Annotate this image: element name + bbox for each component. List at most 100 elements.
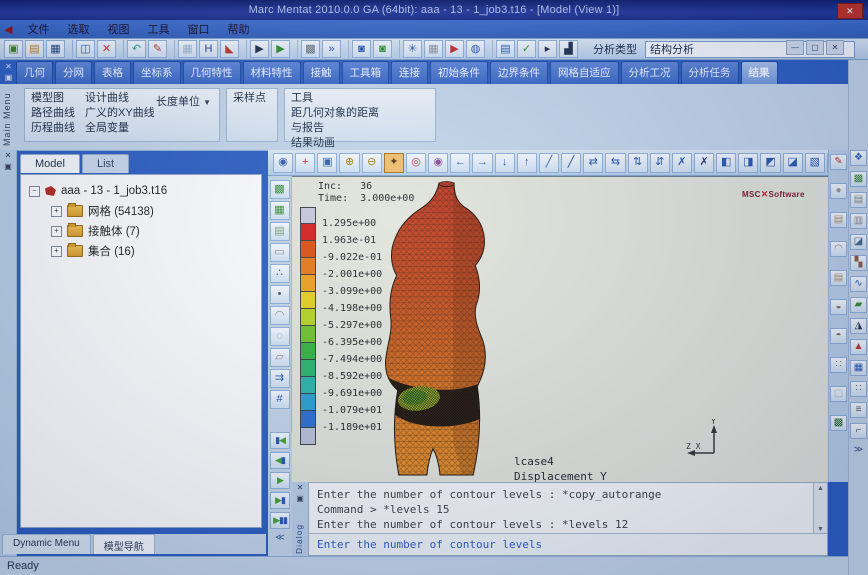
ribbon-item-模型图[interactable]: 模型图 [31, 91, 75, 106]
zoom-in-icon[interactable]: ⊕ [339, 153, 359, 173]
remesh-icon[interactable]: ◣ [220, 40, 239, 58]
tab-分析工况[interactable]: 分析工况 [621, 61, 679, 84]
list-tool-icon[interactable]: ≡ [850, 402, 867, 418]
tab-边界条件[interactable]: 边界条件 [490, 61, 548, 84]
pin-icon[interactable]: ▣ [0, 161, 16, 172]
select-arrow-icon[interactable]: ▶ [250, 40, 269, 58]
views-tool-icon[interactable]: ❖ [850, 150, 867, 166]
close-button[interactable]: ✕ [837, 3, 863, 19]
ribbon-item-结果动画[interactable]: 结果动画 [291, 136, 335, 151]
check-icon[interactable]: ✓ [517, 40, 536, 58]
rotate-cw-icon[interactable]: ╱ [539, 153, 559, 173]
rewind-button[interactable]: ▮◀ [270, 432, 290, 449]
shade-mode-icon[interactable]: ▩ [301, 40, 320, 58]
ribbon-item-采样点[interactable]: 采样点 [233, 91, 266, 106]
bottom-tab-1[interactable]: 模型导航 [93, 534, 155, 554]
plot-points-icon[interactable]: • [270, 285, 290, 304]
rotate-y-pos-icon[interactable]: ⇅ [628, 153, 648, 173]
mdi-close-button[interactable]: ✕ [826, 40, 844, 55]
tab-分析任务[interactable]: 分析任务 [681, 61, 739, 84]
tab-几何[interactable]: 几何 [16, 61, 53, 84]
tree-item-接触体[interactable]: +接触体 (7) [21, 221, 261, 241]
pan-right-icon[interactable]: → [472, 153, 492, 173]
histogram-icon[interactable]: ▟ [559, 40, 578, 58]
play-button[interactable]: ▶ [270, 472, 290, 489]
tab-表格[interactable]: 表格 [94, 61, 131, 84]
tree-root-row[interactable]: − aaa - 13 - 1_job3.t16 [21, 181, 261, 201]
mdi-minimize-button[interactable]: — [786, 40, 804, 55]
menu-item-工具[interactable]: 工具 [138, 20, 178, 38]
ribbon-item-工具[interactable]: 工具 [291, 91, 379, 106]
clip-tool-icon[interactable]: ▥ [850, 213, 867, 229]
plot-surfaces-icon[interactable]: ◌ [270, 327, 290, 346]
arc-tool-icon[interactable]: ◠ [830, 241, 847, 257]
calculator-icon[interactable]: ▦ [424, 40, 443, 58]
dynamic-rotate-icon[interactable]: ◉ [428, 153, 448, 173]
console-scrollbar[interactable]: ▲ ▼ [813, 483, 827, 535]
menu-item-视图[interactable]: 视图 [98, 20, 138, 38]
scatter2-tool-icon[interactable]: ∷ [850, 381, 867, 397]
section-tool-icon[interactable]: ▤ [850, 192, 867, 208]
scroll-up-icon[interactable]: ▲ [817, 485, 824, 492]
corner-tool-icon[interactable]: ⌐ [850, 423, 867, 439]
preferences-icon[interactable]: ✳ [403, 40, 422, 58]
scatter-tool-icon[interactable]: ∷ [830, 357, 847, 373]
rotate-x-neg-icon[interactable]: ⇆ [605, 153, 625, 173]
save-icon[interactable]: ▦ [46, 40, 65, 58]
view-iso2-icon[interactable]: ◨ [738, 153, 758, 173]
pot2-tool-icon[interactable]: ◓ [830, 328, 847, 344]
copy-model-icon[interactable]: ◫ [76, 40, 95, 58]
zoom-out-icon[interactable]: ⊖ [362, 153, 382, 173]
plot-outline-icon[interactable]: ▭ [270, 243, 290, 262]
view-iso4-icon[interactable]: ◪ [783, 153, 803, 173]
redo-sketch-icon[interactable]: ✎ [830, 154, 847, 170]
plot-labels-icon[interactable]: # [270, 390, 290, 409]
bottom-tab-0[interactable]: Dynamic Menu [2, 534, 91, 554]
pan-left-icon[interactable]: ← [450, 153, 470, 173]
tray-tool-icon[interactable]: ▤ [830, 212, 847, 228]
rotate-view-icon[interactable]: ◎ [406, 153, 426, 173]
pan-down-icon[interactable]: ↓ [495, 153, 515, 173]
plot-solid-icon[interactable]: ▩ [270, 180, 290, 199]
tab-接触[interactable]: 接触 [303, 61, 340, 84]
list-view-icon[interactable]: ▤ [496, 40, 515, 58]
edit-sketch-icon[interactable]: ✎ [148, 40, 167, 58]
pot-tool-icon[interactable]: ◒ [830, 299, 847, 315]
plot-mesh-icon[interactable]: ▦ [270, 201, 290, 220]
tab-坐标系[interactable]: 坐标系 [133, 61, 181, 84]
beam-section-icon[interactable]: H [199, 40, 218, 58]
tab-几何特性[interactable]: 几何特性 [183, 61, 241, 84]
open-file-icon[interactable]: ▤ [25, 40, 44, 58]
vector-mode-icon[interactable]: » [322, 40, 341, 58]
pin-icon[interactable]: ▸ [538, 40, 557, 58]
tree-item-集合[interactable]: +集合 (16) [21, 241, 261, 261]
tab-材料特性[interactable]: 材料特性 [243, 61, 301, 84]
undo-icon[interactable]: ↶ [127, 40, 146, 58]
menu-item-窗口[interactable]: 窗口 [178, 20, 218, 38]
panel-tab-list[interactable]: List [82, 154, 129, 173]
select-face-icon[interactable]: ▶ [271, 40, 290, 58]
tab-网格自适应[interactable]: 网格自适应 [550, 61, 619, 84]
expand-icon[interactable]: + [51, 226, 62, 237]
close-icon[interactable]: ✕ [5, 62, 12, 71]
ribbon-item-与报告[interactable]: 与报告 [291, 121, 379, 136]
cube-green-icon[interactable]: ▩ [830, 415, 847, 431]
model-tool-icon[interactable]: ▩ [850, 171, 867, 187]
pin-icon[interactable]: ▣ [5, 73, 13, 82]
fit-view-icon[interactable]: + [295, 153, 315, 173]
delete-icon[interactable]: ✕ [97, 40, 116, 58]
animation-capture-icon[interactable]: ◙ [373, 40, 392, 58]
collapse-expander-icon[interactable]: − [29, 186, 40, 197]
rotate-reset-icon[interactable]: ✗ [672, 153, 692, 173]
expand-icon[interactable]: + [51, 246, 62, 257]
close-icon[interactable]: ✕ [0, 150, 16, 161]
plot-solids-icon[interactable]: ▱ [270, 348, 290, 367]
mdi-restore-button[interactable]: ▢ [806, 40, 824, 55]
view-iso3-icon[interactable]: ◩ [760, 153, 780, 173]
view-reset-icon[interactable]: ✗ [694, 153, 714, 173]
tree-item-网格[interactable]: +网格 (54138) [21, 201, 261, 221]
ribbon-item-路径曲线[interactable]: 路径曲线 [31, 106, 75, 121]
scroll-down-icon[interactable]: ▼ [817, 526, 824, 533]
stack-tool-icon[interactable]: ▚ [850, 255, 867, 271]
step-back-button[interactable]: ◀▮ [270, 452, 290, 469]
